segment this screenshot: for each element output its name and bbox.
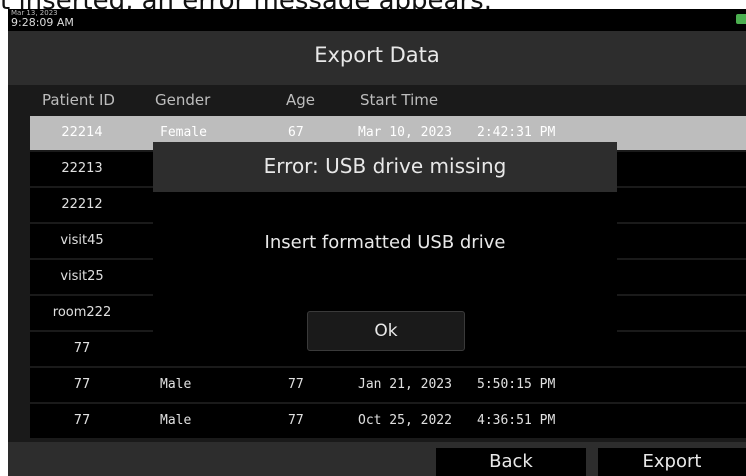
export-button[interactable]: Export	[598, 448, 746, 476]
column-header-patient-id: Patient ID	[42, 91, 115, 109]
table-row[interactable]: 77 Male 77 Oct 25, 2022 4:36:51 PM	[30, 404, 746, 438]
error-dialog: Error: USB drive missing Insert formatte…	[153, 142, 617, 366]
cell-age: 77	[288, 377, 304, 392]
cell-age: 77	[288, 413, 304, 428]
ok-button[interactable]: Ok	[307, 311, 465, 351]
status-bar: Mar 13, 2023 9:28:09 AM	[8, 9, 746, 31]
cell-patient-id: 22214	[61, 125, 103, 140]
device-screen: Mar 13, 2023 9:28:09 AM Export Data Pati…	[8, 9, 746, 476]
status-time: 9:28:09 AM	[11, 16, 74, 29]
cell-patient-id: 77	[73, 377, 91, 392]
title-bar: Export Data	[8, 31, 746, 85]
cell-patient-id: 77	[73, 413, 91, 428]
cell-patient-id: visit25	[60, 269, 104, 284]
cell-gender: Male	[160, 377, 192, 392]
cell-patient-id: 77	[73, 341, 91, 356]
dialog-title: Error: USB drive missing	[263, 154, 507, 178]
cell-start-date: Oct 25, 2022	[358, 413, 452, 428]
column-header-age: Age	[286, 91, 316, 109]
cell-patient-id: 22213	[61, 161, 103, 176]
cell-gender: Male	[160, 413, 192, 428]
cell-patient-id: room222	[52, 305, 112, 320]
battery-charging-icon	[736, 14, 746, 24]
dialog-header: Error: USB drive missing	[153, 142, 617, 192]
table-row[interactable]: 77 Male 77 Jan 21, 2023 5:50:15 PM	[30, 368, 746, 402]
dialog-message: Insert formatted USB drive	[264, 232, 506, 253]
cell-start-time: 4:36:51 PM	[477, 413, 556, 428]
page-title: Export Data	[314, 43, 440, 67]
column-header-start-time: Start Time	[360, 91, 439, 109]
cell-start-date: Jan 21, 2023	[358, 377, 452, 392]
cell-patient-id: visit45	[60, 233, 104, 248]
back-button[interactable]: Back	[436, 448, 586, 476]
column-header-gender: Gender	[155, 91, 211, 109]
cell-start-time: 5:50:15 PM	[477, 377, 556, 392]
cell-patient-id: 22212	[61, 197, 103, 212]
